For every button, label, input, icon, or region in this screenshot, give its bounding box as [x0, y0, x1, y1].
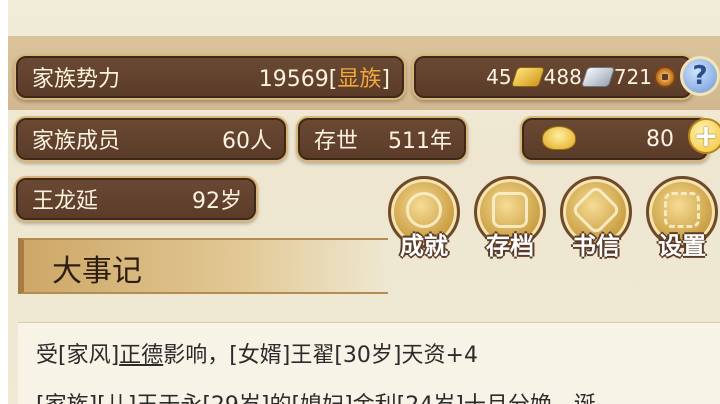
- clan-power-value: 19569: [258, 67, 329, 92]
- resources-row: 45 488 721: [486, 65, 676, 89]
- family-virtue-link[interactable]: 正德: [119, 343, 163, 368]
- resources-panel: 45 488 721: [412, 54, 694, 100]
- gold-ingot-icon: [510, 67, 545, 87]
- letters-button[interactable]: 书信: [558, 176, 634, 260]
- members-value: 60人: [222, 129, 272, 154]
- leader-age: 92岁: [192, 189, 242, 214]
- yuanbao-value: 80: [646, 126, 674, 152]
- settings-button[interactable]: 设置: [644, 176, 720, 260]
- clan-power-label: 家族势力: [32, 67, 121, 92]
- log-line-2: [家族][儿]王于永[29岁]的[媳妇]金利[24岁]十月分娩，诞: [36, 387, 596, 404]
- clan-power-value-group: 19569[显族]: [259, 61, 390, 93]
- silver-ingot-icon: [580, 67, 616, 87]
- gold-bars-value: 45: [486, 65, 512, 89]
- members-panel[interactable]: 家族成员 60人: [14, 116, 288, 162]
- plus-icon[interactable]: +: [688, 118, 720, 154]
- settings-label: 设置: [658, 232, 706, 260]
- existence-panel: 存世 511年: [296, 116, 468, 162]
- save-icon: [492, 192, 528, 228]
- coins-value: 721: [613, 65, 652, 89]
- save-button[interactable]: 存档: [472, 176, 548, 260]
- copper-coin-icon: [654, 66, 676, 88]
- existence-label: 存世: [314, 129, 359, 154]
- yuanbao-icon: [542, 126, 576, 150]
- help-icon[interactable]: ?: [680, 56, 720, 96]
- save-label: 存档: [486, 232, 534, 260]
- events-title: 大事记: [52, 254, 142, 289]
- letters-label: 书信: [572, 232, 620, 260]
- clan-power-panel[interactable]: 家族势力 19569[显族]: [14, 54, 406, 100]
- yuanbao-panel: 80: [520, 116, 710, 162]
- clan-rank: 显族: [337, 67, 382, 92]
- achievements-icon: [406, 192, 442, 228]
- game-screen: 家族势力 19569[显族] 45 488 721 ? 家族成员 60人 存世 …: [8, 0, 720, 404]
- leader-panel[interactable]: 王龙延 92岁: [14, 176, 258, 222]
- events-log: 受[家风]正德影响，[女婿]王翟[30岁]天资+4 [家族][儿]王于永[29岁…: [18, 322, 720, 404]
- achievements-label: 成就: [400, 232, 448, 260]
- log-line-1-prefix: 受[家风]: [36, 343, 120, 368]
- leader-name: 王龙延: [32, 189, 99, 214]
- log-line-1: 受[家风]正德影响，[女婿]王翟[30岁]天资+4: [36, 337, 478, 369]
- log-line-1-rest: 影响，[女婿]王翟[30岁]天资+4: [163, 343, 478, 368]
- settings-icon: [664, 192, 700, 228]
- events-banner: 大事记: [18, 238, 388, 294]
- members-label: 家族成员: [32, 129, 121, 154]
- rank-bracket-close: ]: [381, 67, 390, 92]
- achievements-button[interactable]: 成就: [386, 176, 462, 260]
- existence-value: 511年: [388, 129, 452, 154]
- silver-bars-value: 488: [543, 65, 582, 89]
